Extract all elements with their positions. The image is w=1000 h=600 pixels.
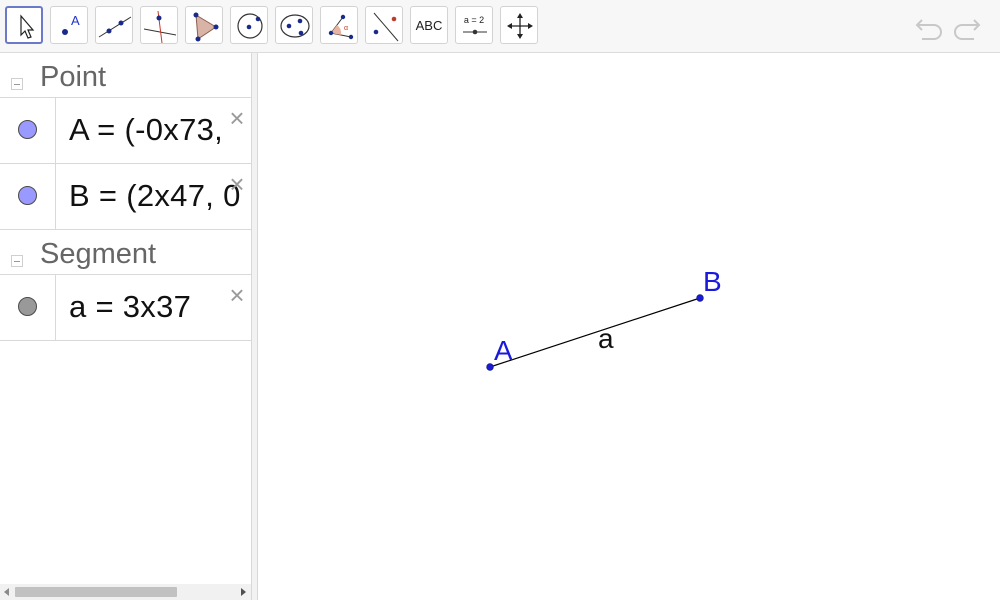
toolbar: A α ABC a = 2 (0, 0, 1000, 53)
text-icon: ABC (415, 17, 443, 33)
perpendicular-tool[interactable] (140, 6, 178, 44)
polygon-tool[interactable] (185, 6, 223, 44)
group-header-segment[interactable]: Segment (0, 229, 251, 273)
horizontal-scrollbar[interactable] (0, 584, 251, 600)
point-icon: A (62, 13, 80, 35)
point-label-b: B (703, 266, 722, 297)
algebra-view: Point A = (-0x73, × B = (2x47, 0 × Segme… (0, 53, 251, 600)
algebra-expression[interactable]: a = 3x37 (69, 289, 191, 325)
undo-icon[interactable] (914, 12, 944, 40)
point-a[interactable] (486, 363, 494, 371)
line-tool[interactable] (95, 6, 133, 44)
view-divider[interactable] (251, 53, 258, 600)
delete-icon[interactable]: × (227, 282, 247, 308)
point-label-a: A (494, 335, 513, 366)
collapse-toggle-icon[interactable] (11, 78, 23, 90)
perpendicular-line-icon (143, 10, 177, 44)
slider-track-icon (463, 29, 487, 35)
graphics-canvas[interactable] (258, 53, 1000, 600)
segment-a[interactable] (489, 297, 701, 368)
visibility-column (0, 275, 56, 340)
circle-center-point-icon (237, 13, 263, 39)
arrow-cursor-icon (20, 14, 35, 39)
visibility-toggle-icon[interactable] (18, 297, 37, 316)
visibility-column (0, 164, 56, 229)
visibility-column (0, 98, 56, 163)
segment-label-a: a (598, 323, 614, 354)
move-tool[interactable] (5, 6, 43, 44)
row-divider (0, 340, 251, 341)
delete-icon[interactable]: × (227, 171, 247, 197)
svg-text:α: α (344, 25, 348, 32)
point-tool[interactable]: A (50, 6, 88, 44)
algebra-expression[interactable]: A = (-0x73, (69, 112, 223, 148)
circle-tool[interactable] (230, 6, 268, 44)
ellipse-icon (280, 14, 310, 38)
algebra-row-point-a[interactable]: A = (-0x73, × (0, 97, 251, 163)
visibility-toggle-icon[interactable] (18, 120, 37, 139)
collapse-toggle-icon[interactable] (11, 255, 23, 267)
algebra-row-point-b[interactable]: B = (2x47, 0 × (0, 163, 251, 229)
move-graphics-tool[interactable] (500, 6, 538, 44)
angle-icon: α (328, 14, 354, 40)
scroll-left-icon[interactable] (4, 588, 9, 596)
group-title: Segment (40, 238, 157, 270)
visibility-toggle-icon[interactable] (18, 186, 37, 205)
group-title: Point (40, 61, 107, 93)
move-graphics-view-icon (507, 13, 533, 39)
text-tool[interactable]: ABC (410, 6, 448, 44)
ellipse-tool[interactable] (275, 6, 313, 44)
algebra-row-segment-a[interactable]: a = 3x37 × (0, 274, 251, 340)
svg-text:A: A (71, 13, 80, 28)
reflect-about-line-icon (373, 12, 399, 42)
polygon-icon (193, 12, 219, 42)
algebra-expression[interactable]: B = (2x47, 0 (69, 178, 241, 214)
scroll-right-icon[interactable] (241, 588, 246, 596)
slider-tool[interactable]: a = 2 (455, 6, 493, 44)
graphics-view[interactable]: A B a (258, 53, 1000, 600)
line-through-points-icon (98, 16, 132, 38)
redo-icon[interactable] (950, 12, 982, 40)
scrollbar-thumb[interactable] (15, 587, 177, 597)
delete-icon[interactable]: × (227, 105, 247, 131)
reflect-tool[interactable] (365, 6, 403, 44)
group-header-point[interactable]: Point (0, 53, 251, 97)
angle-tool[interactable]: α (320, 6, 358, 44)
